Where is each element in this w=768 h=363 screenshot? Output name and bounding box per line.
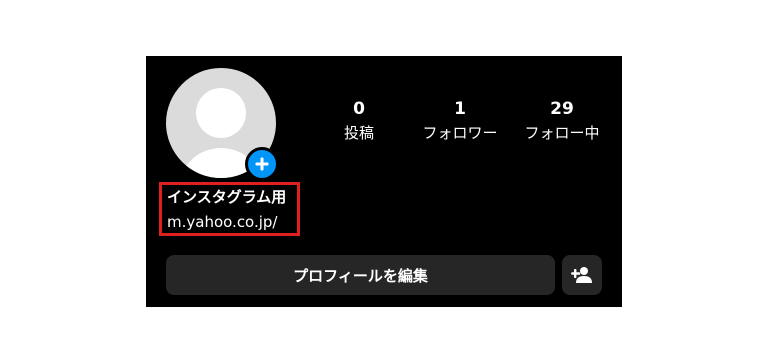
edit-profile-label: プロフィールを編集 [293, 266, 428, 285]
following-stat[interactable]: 29 フォロー中 [512, 97, 612, 144]
posts-count: 0 [353, 99, 365, 119]
display-name: インスタグラム用 [167, 188, 287, 206]
add-story-button[interactable] [245, 147, 279, 181]
following-label: フォロー中 [524, 124, 600, 142]
profile-screen: 0 投稿 1 フォロワー 29 フォロー中 インスタグラム用 m.yahoo.c… [146, 56, 622, 307]
posts-label: 投稿 [343, 124, 374, 142]
edit-profile-button[interactable]: プロフィールを編集 [166, 255, 555, 295]
add-person-icon [571, 267, 592, 283]
profile-stats: 0 投稿 1 フォロワー 29 フォロー中 [314, 97, 614, 147]
following-count: 29 [550, 99, 574, 119]
followers-count: 1 [454, 99, 466, 119]
followers-stat[interactable]: 1 フォロワー [410, 97, 510, 144]
followers-label: フォロワー [422, 124, 498, 142]
discover-people-button[interactable] [562, 255, 602, 295]
posts-stat[interactable]: 0 投稿 [309, 97, 409, 144]
plus-icon [255, 157, 269, 171]
default-avatar-head-icon [196, 88, 246, 138]
bio-link[interactable]: m.yahoo.co.jp/ [167, 212, 278, 232]
